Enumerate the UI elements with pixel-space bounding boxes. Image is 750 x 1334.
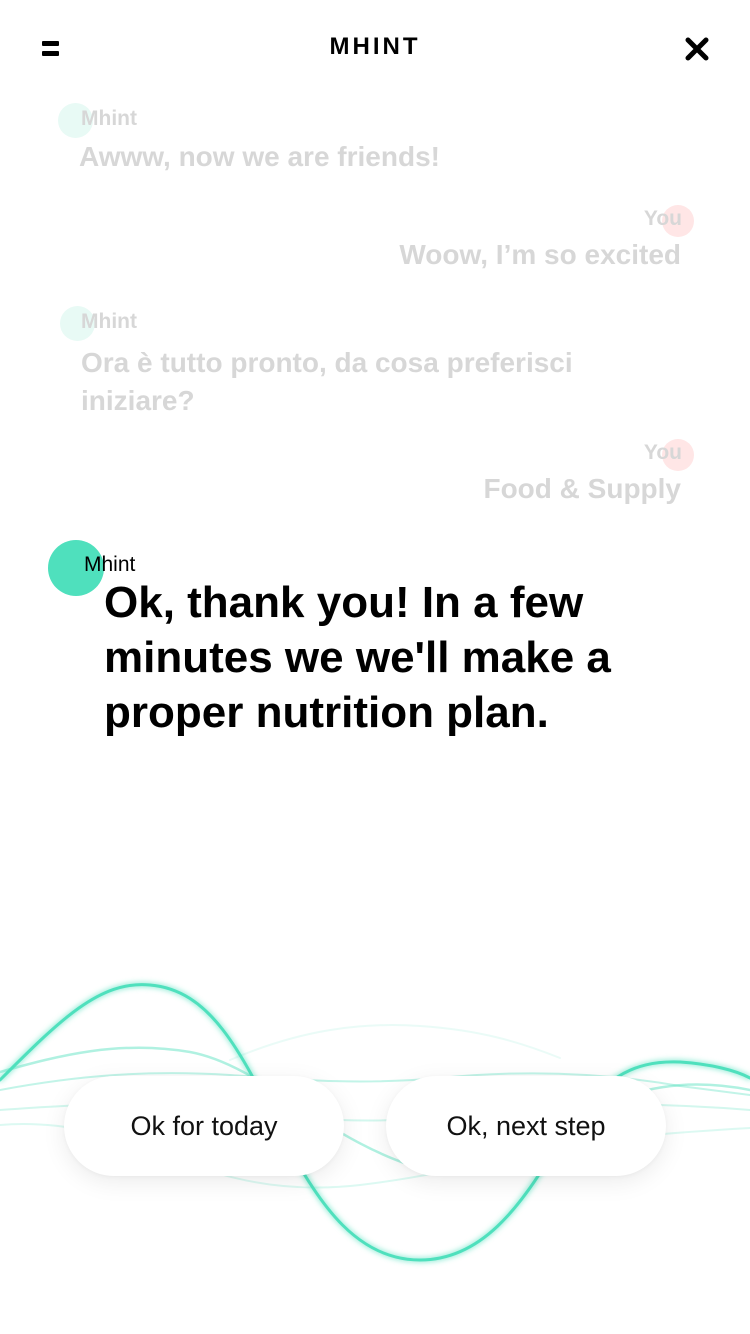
close-icon[interactable] — [682, 34, 712, 64]
message-sender: You — [643, 207, 682, 230]
app-title: MHINT — [329, 33, 421, 60]
message-text: Woow, I’m so excited — [399, 239, 681, 270]
message-text: Ok, thank you! In a few minutes we we'll… — [104, 575, 704, 740]
ok-for-today-button[interactable]: Ok for today — [64, 1076, 344, 1176]
message-text: Food & Supply — [483, 473, 681, 504]
message-line-1: Ok, thank you! In a few — [104, 578, 584, 627]
message-sender: You — [643, 441, 682, 464]
message-text: Awww, now we are friends! — [79, 141, 440, 172]
message-text-line-2: iniziare? — [81, 385, 195, 416]
chat-screen: MHINT Mhint Awww, now we are friends! Yo… — [0, 0, 750, 1334]
message-sender: Mhint — [81, 310, 137, 333]
message-line-2: minutes we we'll make a — [104, 633, 611, 682]
message-line-3: proper nutrition plan. — [104, 688, 549, 737]
message-text-line-1: Ora è tutto pronto, da cosa preferisci — [81, 347, 573, 378]
message-sender: Mhint — [84, 553, 136, 576]
message-sender: Mhint — [81, 107, 137, 130]
ok-next-step-button[interactable]: Ok, next step — [386, 1076, 666, 1176]
